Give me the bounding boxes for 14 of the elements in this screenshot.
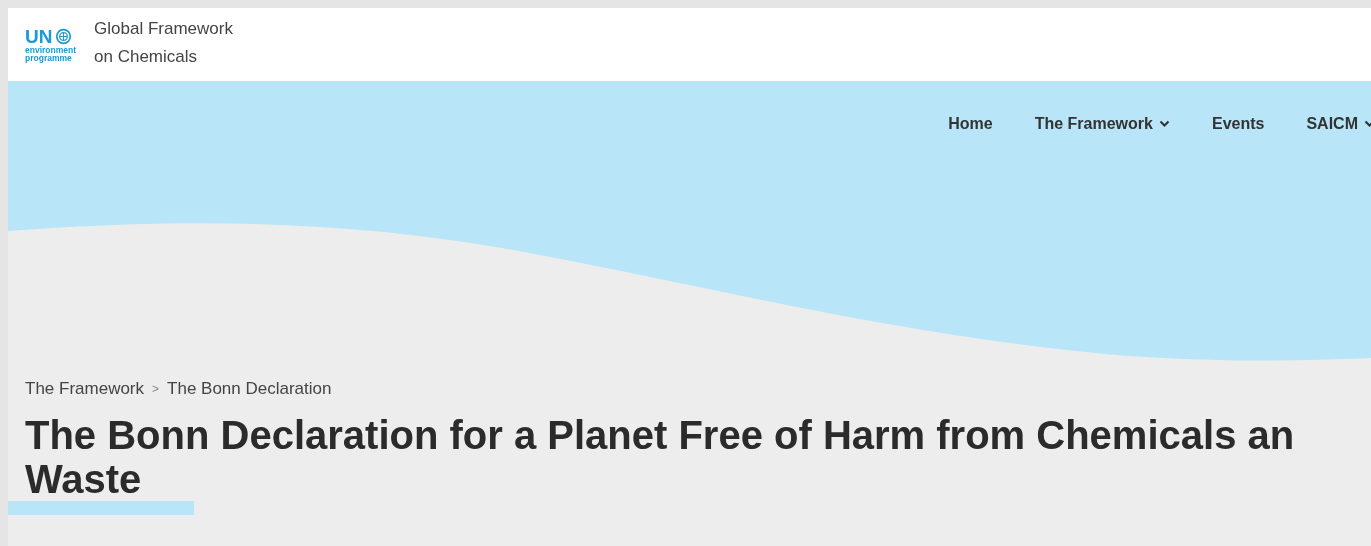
logo-text: UN xyxy=(25,26,53,46)
logo-text: programme xyxy=(25,54,73,63)
site-title: Global Framework xyxy=(94,17,233,40)
site-title: on Chemicals xyxy=(94,45,198,68)
nav-link[interactable]: Events xyxy=(1211,115,1265,133)
logo-text: environment xyxy=(25,45,76,54)
breadcrumb-link[interactable]: The Bonn Declaration xyxy=(167,379,332,399)
nav-link[interactable]: SAICM xyxy=(1306,115,1371,133)
page-title: The Bonn Declaration for a Planet Free of Harm from Chemicals an Waste xyxy=(25,413,1295,501)
breadcrumb-link[interactable]: The Framework xyxy=(25,379,145,399)
nav-link[interactable]: The Framework xyxy=(1034,115,1170,133)
breadcrumb-separator: > xyxy=(152,382,160,396)
globe-icon xyxy=(55,27,73,45)
nav-link[interactable]: Home xyxy=(948,115,993,133)
